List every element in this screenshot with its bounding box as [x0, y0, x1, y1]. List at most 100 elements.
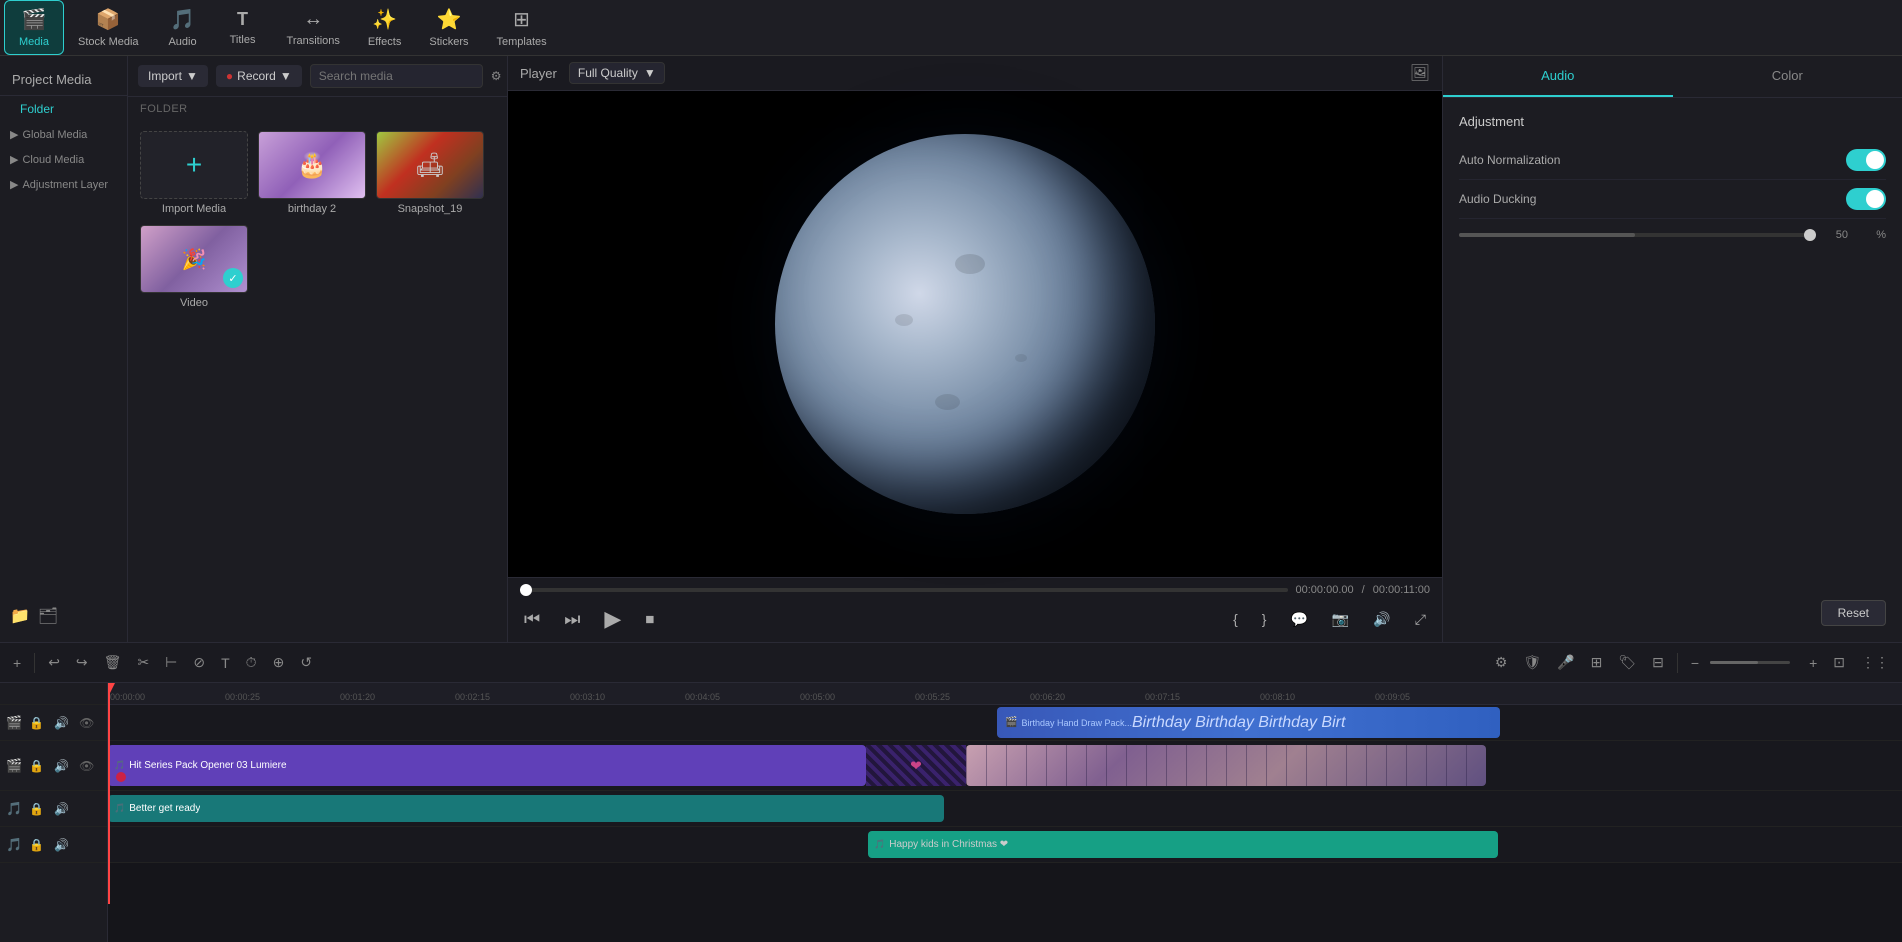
skip-back-button[interactable]: ⏮: [520, 605, 544, 634]
transitions-icon: ↔: [303, 8, 323, 31]
track3-lock-button[interactable]: 🔒: [26, 801, 47, 817]
tracks-body: 🎬 Birthday Hand Draw Pack... Birthday Bi…: [108, 705, 1902, 863]
timer-button[interactable]: ⏱: [241, 651, 262, 674]
rotate-button[interactable]: ↺: [295, 651, 317, 674]
expand-button[interactable]: ⤢: [1411, 607, 1430, 632]
reset-button[interactable]: Reset: [1821, 600, 1886, 626]
nav-item-transitions[interactable]: ↔ Transitions: [273, 2, 354, 53]
undo-button[interactable]: ↩: [43, 651, 65, 674]
time-current: 00:00:00.00: [1296, 584, 1354, 596]
crop-button[interactable]: ⊕: [268, 651, 290, 674]
track3-volume-button[interactable]: 🔊: [51, 801, 72, 817]
chevron-right-icon-2: ▶: [10, 153, 18, 166]
toolbar-divider-1: [34, 653, 35, 673]
audio1-icon: 🎵: [114, 803, 125, 814]
media-item-video[interactable]: 🎉 ✓ Video: [140, 225, 248, 309]
track1-lock-button[interactable]: 🔒: [26, 715, 47, 731]
step-back-button[interactable]: ⏭: [560, 605, 584, 634]
shield-button[interactable]: 🛡: [1518, 651, 1546, 674]
track-label-audio1: 🎵 🔒 🔊: [0, 791, 107, 827]
auto-normalization-toggle[interactable]: [1846, 149, 1886, 171]
caption-button[interactable]: 💬: [1286, 607, 1311, 632]
video-thumb: 🎉 ✓: [140, 225, 248, 293]
record-chevron-icon: ▼: [280, 69, 292, 83]
toolbar-divider-2: [1677, 653, 1678, 673]
zoom-in-button[interactable]: +: [1804, 652, 1822, 674]
bracket-out-button[interactable]: }: [1258, 607, 1271, 631]
sidebar-adjustment-layer-header[interactable]: ▶ Adjustment Layer: [0, 172, 127, 197]
tab-audio[interactable]: Audio: [1443, 56, 1673, 97]
audio2-label: Happy kids in Christmas ❤: [889, 839, 1008, 850]
media-item-birthday2[interactable]: 🎂 birthday 2: [258, 131, 366, 215]
media-item-snapshot19[interactable]: 🛋 Snapshot_19: [376, 131, 484, 215]
nav-item-stickers[interactable]: ⭐ Stickers: [415, 1, 482, 54]
media-item-import[interactable]: + Import Media: [140, 131, 248, 215]
nav-item-audio[interactable]: 🎵 Audio: [153, 1, 213, 54]
player-area: Player Full Quality ▼ 🖼: [508, 56, 1442, 642]
folder-section-label: FOLDER: [128, 97, 507, 121]
filter-icon[interactable]: ⚙: [491, 69, 502, 83]
stop-button[interactable]: ⏹: [641, 605, 658, 634]
layout-button[interactable]: ⊟: [1647, 651, 1669, 674]
timeline-toolbar: + ↩ ↪ 🗑 ✂ ⊢ ⊘ T ⏱ ⊕ ↺ ⚙ 🛡 🎤 ⊞ 🏷 ⊟ − + ⊡ …: [0, 643, 1902, 683]
ruler-mark-2: 00:01:20: [338, 692, 453, 702]
track4-lock-button[interactable]: 🔒: [26, 837, 47, 853]
play-button[interactable]: ▶: [600, 602, 625, 636]
sidebar-item-folder[interactable]: Folder: [6, 97, 121, 121]
bracket-in-button[interactable]: {: [1229, 607, 1242, 631]
nav-item-effects[interactable]: ✨ Effects: [354, 1, 415, 54]
import-button[interactable]: Import ▼: [138, 65, 208, 87]
nav-item-templates[interactable]: ⊞ Templates: [482, 1, 560, 54]
sidebar-folder-icon[interactable]: 📁: [10, 606, 30, 626]
disable-button[interactable]: ⊘: [188, 651, 210, 674]
grid-button[interactable]: ⊞: [1586, 651, 1608, 674]
quality-select[interactable]: Full Quality ▼: [569, 62, 665, 84]
camera-button[interactable]: 📷: [1328, 607, 1353, 632]
main-video-clip[interactable]: 🎵 Hit Series Pack Opener 03 Lumiere: [108, 745, 866, 786]
search-input[interactable]: [310, 64, 483, 88]
delete-button[interactable]: 🗑: [99, 651, 127, 674]
audio1-clip[interactable]: 🎵 Better get ready: [108, 795, 944, 822]
mic-button[interactable]: 🎤: [1552, 651, 1579, 674]
tag-button[interactable]: 🏷: [1613, 651, 1641, 674]
redo-button[interactable]: ↪: [71, 651, 93, 674]
top-nav: 🎬 Media 📦 Stock Media 🎵 Audio T Titles ↔…: [0, 0, 1902, 56]
track2-volume-button[interactable]: 🔊: [51, 758, 72, 774]
zoom-out-button[interactable]: −: [1686, 652, 1704, 674]
cut-button[interactable]: ✂: [132, 651, 154, 674]
global-media-label: Global Media: [22, 129, 87, 141]
player-controls-bar: 00:00:00.00 / 00:00:11:00 ⏮ ⏭ ▶ ⏹ { } 💬 …: [508, 577, 1442, 642]
nav-item-media[interactable]: 🎬 Media: [4, 0, 64, 55]
volume-button[interactable]: 🔊: [1369, 607, 1394, 632]
track2-eye-button[interactable]: 👁: [76, 758, 97, 774]
track2-lock-button[interactable]: 🔒: [26, 758, 47, 774]
grid-toggle-button[interactable]: ⋮⋮: [1856, 651, 1894, 674]
record-button[interactable]: ● Record ▼: [216, 65, 302, 87]
text-button[interactable]: T: [216, 652, 235, 674]
audio-ducking-slider[interactable]: [1459, 233, 1810, 237]
split-button[interactable]: ⊢: [160, 651, 182, 674]
settings-button[interactable]: ⚙: [1490, 651, 1513, 674]
sidebar-cloud-media-header[interactable]: ▶ Cloud Media: [0, 147, 127, 172]
track1-eye-button[interactable]: 👁: [76, 715, 97, 731]
nav-item-titles[interactable]: T Titles: [213, 3, 273, 52]
audio-ducking-toggle[interactable]: [1846, 188, 1886, 210]
nav-item-stock-media[interactable]: 📦 Stock Media: [64, 1, 153, 54]
ruler-mark-1: 00:00:25: [223, 692, 338, 702]
fit-button[interactable]: ⊡: [1828, 651, 1850, 674]
sidebar-global-media-header[interactable]: ▶ Global Media: [0, 122, 127, 147]
birthday-banner-clip[interactable]: 🎬 Birthday Hand Draw Pack... Birthday Bi…: [997, 707, 1500, 738]
player-label: Player: [520, 66, 557, 81]
playhead: [108, 683, 110, 904]
image-icon[interactable]: 🖼: [1410, 63, 1430, 83]
add-track-button[interactable]: +: [8, 652, 26, 674]
progress-row: 00:00:00.00 / 00:00:11:00: [520, 584, 1430, 596]
tab-color[interactable]: Color: [1673, 56, 1902, 97]
progress-track[interactable]: [520, 588, 1288, 592]
sidebar-new-folder-icon[interactable]: 🗂: [38, 606, 58, 626]
track4-volume-button[interactable]: 🔊: [51, 837, 72, 853]
media-icon: 🎬: [22, 7, 47, 32]
audio2-clip[interactable]: 🎵 Happy kids in Christmas ❤: [868, 831, 1498, 858]
zoom-track[interactable]: [1710, 661, 1790, 664]
track1-volume-button[interactable]: 🔊: [51, 715, 72, 731]
